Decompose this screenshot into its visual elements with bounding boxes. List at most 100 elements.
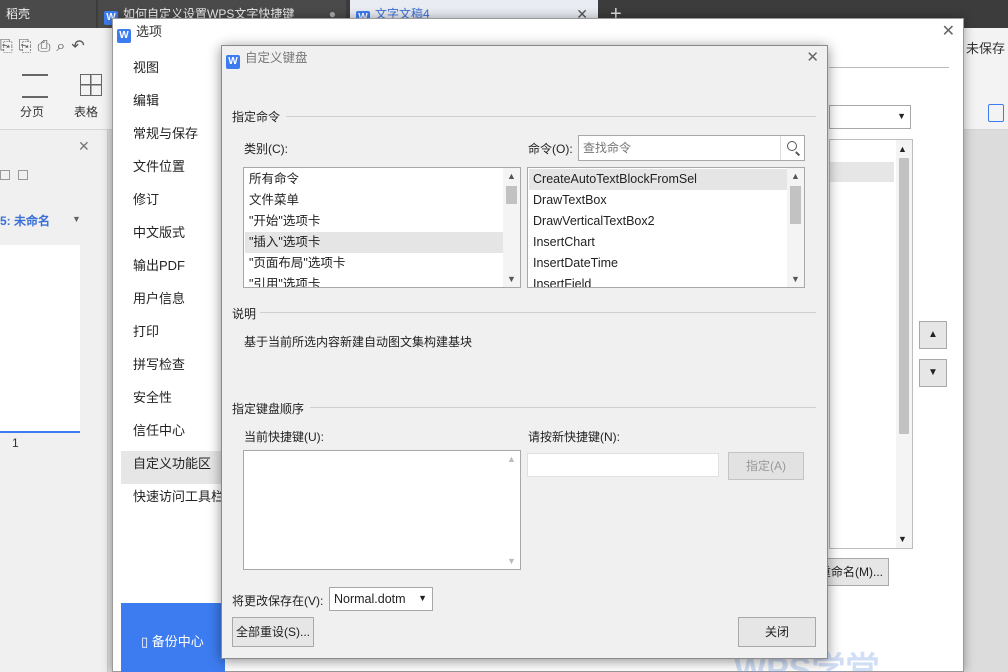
scroll-down-icon[interactable]: ▼ xyxy=(503,271,520,287)
nav-item[interactable]: 常规与保存 xyxy=(121,121,225,154)
nav-item[interactable]: 编辑 xyxy=(121,88,225,121)
nav-item[interactable]: 用户信息 xyxy=(121,286,225,319)
scroll-down-icon[interactable]: ▼ xyxy=(503,553,520,569)
page-thumbnail[interactable] xyxy=(0,245,80,433)
command-item[interactable]: InsertField xyxy=(529,274,787,287)
command-list[interactable]: CreateAutoTextBlockFromSel DrawTextBox Dra… xyxy=(527,167,805,288)
collapse-icon[interactable] xyxy=(0,170,10,180)
search-input[interactable] xyxy=(579,136,779,160)
command-search[interactable] xyxy=(578,135,805,161)
ribbon-tree[interactable]: ▲ ▼ xyxy=(829,139,913,549)
dropdown-icon: ▼ xyxy=(418,593,427,603)
scroll-up-icon[interactable]: ▲ xyxy=(503,451,520,467)
options-nav: 视图 编辑 常规与保存 文件位置 修订 中文版式 输出PDF 用户信息 打印 拼写检查 安全性 信任中… xyxy=(121,55,225,671)
scroll-up-icon[interactable]: ▲ xyxy=(503,168,520,184)
category-item[interactable]: "页面布局"选项卡 xyxy=(245,253,503,274)
save-in-value: Normal.dotm xyxy=(334,592,406,606)
scroll-thumb[interactable] xyxy=(899,158,909,434)
assign-button[interactable]: 指定(A) xyxy=(728,452,804,480)
scrollbar[interactable]: ▲ ▼ xyxy=(787,168,804,287)
page-break-icon[interactable] xyxy=(22,74,48,98)
new-key-label: 请按新快捷键(N): xyxy=(528,430,620,444)
command-item[interactable]: CreateAutoTextBlockFromSel xyxy=(529,169,787,190)
scroll-thumb[interactable] xyxy=(506,186,517,204)
category-item[interactable]: "引用"选项卡 xyxy=(245,274,503,287)
save-in-select[interactable]: Normal.dotm ▼ xyxy=(329,587,433,611)
nav-item[interactable]: 中文版式 xyxy=(121,220,225,253)
backup-label: 备份中心 xyxy=(151,634,204,649)
category-item[interactable]: 文件菜单 xyxy=(245,190,503,211)
command-item[interactable]: DrawVerticalTextBox2 xyxy=(529,211,787,232)
nav-item[interactable]: 自定义功能区 xyxy=(121,451,225,484)
command-label: 命令(O): xyxy=(528,142,573,156)
new-key-input[interactable] xyxy=(527,453,719,477)
category-item[interactable]: "插入"选项卡 xyxy=(245,232,503,253)
scroll-up-icon[interactable]: ▲ xyxy=(787,168,804,184)
command-item[interactable]: InsertChart xyxy=(529,232,787,253)
table-icon[interactable] xyxy=(80,74,102,96)
doc-icon[interactable] xyxy=(988,104,1004,122)
divider xyxy=(286,116,816,117)
backup-icon: ▯ xyxy=(141,634,152,649)
save-in-label: 将更改保存在(V): xyxy=(232,594,324,608)
scroll-down-icon[interactable]: ▼ xyxy=(898,534,907,544)
command-item[interactable]: DrawTextBox xyxy=(529,190,787,211)
close-icon[interactable]: ✕ xyxy=(78,138,90,155)
section-keys: 指定键盘顺序 xyxy=(232,402,305,416)
current-keys-label: 当前快捷键(U): xyxy=(244,430,324,444)
close-icon[interactable]: ✕ xyxy=(942,19,955,45)
description-text: 基于当前所选内容新建自动图文集构建基块 xyxy=(244,335,473,349)
options-select[interactable]: ▼ xyxy=(829,105,911,129)
doc-name[interactable]: 5: 未命名 xyxy=(0,212,50,229)
nav-item[interactable]: 安全性 xyxy=(121,385,225,418)
category-item[interactable]: "开始"选项卡 xyxy=(245,211,503,232)
category-list[interactable]: 所有命令 文件菜单 "开始"选项卡 "插入"选项卡 "页面布局"选项卡 "引用"选项卡 ▲… xyxy=(243,167,521,288)
quick-toolbar-icons[interactable]: ⎘⎘⎙⌕↶ xyxy=(0,36,91,56)
scroll-thumb[interactable] xyxy=(790,186,801,224)
tree-selected xyxy=(830,162,894,182)
options-title: 选项 xyxy=(136,24,163,39)
scrollbar[interactable]: ▲ ▼ xyxy=(503,451,520,569)
close-button[interactable]: 关闭 xyxy=(738,617,816,647)
move-down-button[interactable]: ▼ xyxy=(919,359,947,387)
page-number: 1 xyxy=(12,436,19,450)
dropdown-icon[interactable]: ▼ xyxy=(72,214,81,224)
kb-title: 自定义键盘 xyxy=(245,51,308,65)
nav-item[interactable]: 打印 xyxy=(121,319,225,352)
tab-label: 稻壳 xyxy=(6,7,31,21)
scrollbar[interactable]: ▲ ▼ xyxy=(896,140,912,548)
category-label: 类别(C): xyxy=(244,142,288,156)
expand-icon[interactable] xyxy=(18,170,28,180)
nav-item[interactable]: 快速访问工具栏 xyxy=(121,484,225,517)
nav-item[interactable]: 文件位置 xyxy=(121,154,225,187)
page-break-label[interactable]: 分页 xyxy=(20,103,44,120)
current-keys-list[interactable]: ▲ ▼ xyxy=(243,450,521,570)
nav-item[interactable]: 信任中心 xyxy=(121,418,225,451)
nav-item[interactable]: 修订 xyxy=(121,187,225,220)
nav-item[interactable]: 输出PDF xyxy=(121,253,225,286)
table-label[interactable]: 表格 xyxy=(74,103,98,120)
search-icon[interactable] xyxy=(780,136,804,160)
section-command: 指定命令 xyxy=(232,110,281,124)
backup-center[interactable]: ▯ 备份中心 xyxy=(121,603,225,672)
close-icon[interactable]: ✕ xyxy=(806,46,819,70)
nav-item[interactable]: 视图 xyxy=(121,55,225,88)
divider xyxy=(260,312,816,313)
tab-daoke[interactable]: 稻壳 xyxy=(0,0,96,28)
options-title-bar: W 选项 ✕ xyxy=(113,19,963,45)
scroll-up-icon[interactable]: ▲ xyxy=(898,144,907,154)
save-status: 未保存 xyxy=(966,41,1006,56)
wps-icon: W xyxy=(117,29,131,43)
category-item[interactable]: 所有命令 xyxy=(245,169,503,190)
kb-title-bar: W 自定义键盘 ✕ xyxy=(222,46,827,70)
move-up-button[interactable]: ▲ xyxy=(919,321,947,349)
section-description: 说明 xyxy=(232,307,257,321)
reset-all-button[interactable]: 全部重设(S)... xyxy=(232,617,314,647)
divider xyxy=(310,407,816,408)
command-item[interactable]: InsertDateTime xyxy=(529,253,787,274)
nav-item[interactable]: 拼写检查 xyxy=(121,352,225,385)
wps-icon: W xyxy=(226,55,240,69)
scrollbar[interactable]: ▲ ▼ xyxy=(503,168,520,287)
scroll-down-icon[interactable]: ▼ xyxy=(787,271,804,287)
divider xyxy=(829,67,949,68)
